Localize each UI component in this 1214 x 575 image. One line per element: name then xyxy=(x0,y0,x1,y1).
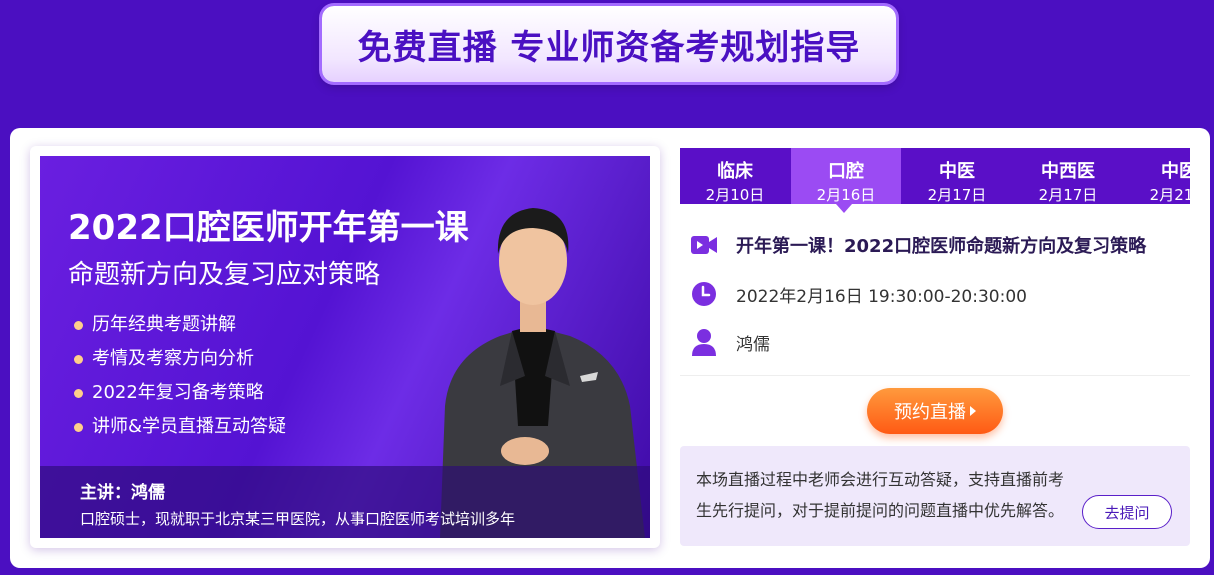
banner-bullet: 讲师&学员直播互动答疑 xyxy=(74,410,286,444)
tab-name: 中医 xyxy=(1161,161,1190,182)
speaker-bio: 口腔硕士，现就职于北京某三甲医院，从事口腔医师考试培训多年 xyxy=(80,510,516,528)
clock-icon xyxy=(690,280,718,308)
header-title: 免费直播 专业师资备考规划指导 xyxy=(357,27,861,68)
user-icon xyxy=(690,328,718,356)
tab-linchuang[interactable]: 临床 2月10日 xyxy=(680,148,790,204)
active-tab-pointer xyxy=(836,204,852,213)
tab-zhongyi[interactable]: 中医 2月17日 xyxy=(902,148,1012,204)
tab-kouqiang[interactable]: 口腔 2月16日 xyxy=(791,148,901,204)
speaker-name: 主讲：鸿儒 xyxy=(80,483,165,503)
notice-box: 本场直播过程中老师会进行互动答疑，支持直播前考生先行提问，对于提前提问的问题直播… xyxy=(680,446,1190,546)
tab-name: 中西医 xyxy=(1041,161,1095,182)
teacher-row: 鸿儒 xyxy=(690,327,770,357)
tab-name: 临床 xyxy=(717,161,753,182)
book-live-button[interactable]: 预约直播 xyxy=(867,388,1003,434)
banner-subtitle: 命题新方向及复习应对策略 xyxy=(68,260,381,290)
play-arrow-icon xyxy=(970,406,976,416)
divider xyxy=(680,375,1190,376)
tab-name: 中医 xyxy=(939,161,975,182)
course-banner[interactable]: 2022口腔医师开年第一课 命题新方向及复习应对策略 历年经典考题讲解 考情及考… xyxy=(40,156,650,538)
banner-frame: 2022口腔医师开年第一课 命题新方向及复习应对策略 历年经典考题讲解 考情及考… xyxy=(30,146,660,548)
course-title: 开年第一课！2022口腔医师命题新方向及复习策略 xyxy=(736,236,1147,257)
speaker-bar: 主讲：鸿儒 口腔硕士，现就职于北京某三甲医院，从事口腔医师考试培训多年 xyxy=(40,466,650,538)
banner-bullet-list: 历年经典考题讲解 考情及考察方向分析 2022年复习备考策略 讲师&学员直播互动… xyxy=(74,308,286,444)
banner-bullet: 考情及考察方向分析 xyxy=(74,342,286,376)
tab-zhongxiyi[interactable]: 中西医 2月17日 xyxy=(1013,148,1123,204)
tab-name: 口腔 xyxy=(828,161,864,182)
book-live-label: 预约直播 xyxy=(894,402,966,423)
header-title-pill: 免费直播 专业师资备考规划指导 xyxy=(322,6,896,82)
tab-date: 2月21日 xyxy=(1149,186,1190,204)
notice-text: 本场直播过程中老师会进行互动答疑，支持直播前考生先行提问，对于提前提问的问题直播… xyxy=(696,470,1065,520)
video-icon xyxy=(690,231,718,259)
course-title-row: 开年第一课！2022口腔医师命题新方向及复习策略 xyxy=(690,230,1146,260)
live-time: 2022年2月16日 19:30:00-20:30:00 xyxy=(736,286,1027,307)
tab-date: 2月16日 xyxy=(816,186,876,204)
tab-zhongyi-2[interactable]: 中医 2月21日 xyxy=(1124,148,1190,204)
live-course-card: 2022口腔医师开年第一课 命题新方向及复习应对策略 历年经典考题讲解 考情及考… xyxy=(10,128,1210,568)
ask-question-button[interactable]: 去提问 xyxy=(1082,495,1172,529)
tab-date: 2月17日 xyxy=(927,186,987,204)
banner-title: 2022口腔医师开年第一课 xyxy=(68,208,469,248)
subject-tabs: 临床 2月10日 口腔 2月16日 中医 2月17日 中西医 2月17日 中医 … xyxy=(680,148,1190,204)
tab-date: 2月17日 xyxy=(1038,186,1098,204)
tab-date: 2月10日 xyxy=(705,186,765,204)
banner-bullet: 历年经典考题讲解 xyxy=(74,308,286,342)
time-row: 2022年2月16日 19:30:00-20:30:00 xyxy=(690,279,1027,309)
teacher-name: 鸿儒 xyxy=(736,334,770,355)
banner-bullet: 2022年复习备考策略 xyxy=(74,376,286,410)
